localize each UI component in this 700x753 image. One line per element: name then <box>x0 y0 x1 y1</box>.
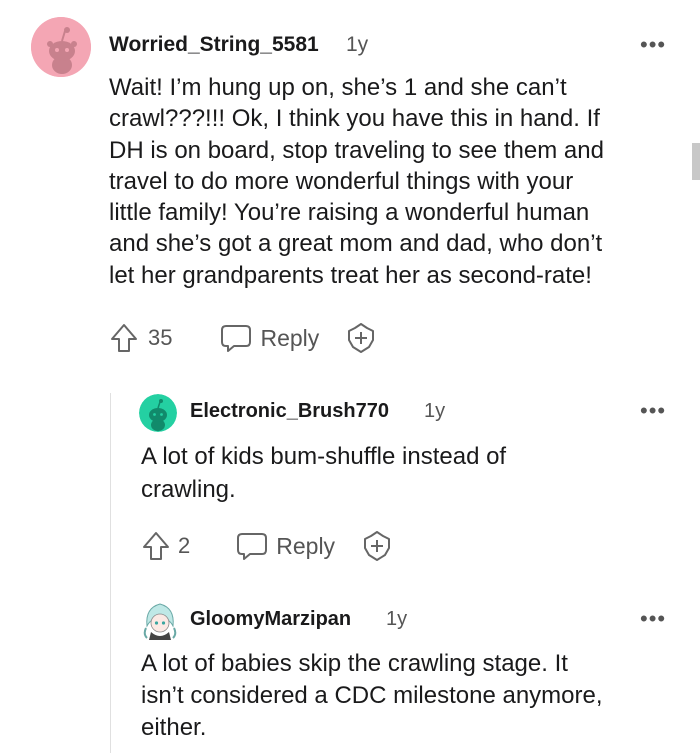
award-button[interactable] <box>345 322 377 354</box>
upvote-button[interactable]: 35 <box>110 323 172 353</box>
award-button[interactable] <box>361 530 393 562</box>
anime-character-avatar-icon <box>139 598 181 640</box>
speech-bubble-icon <box>237 533 268 560</box>
more-dots-icon: ••• <box>640 606 667 631</box>
comment-actions: 2 Reply <box>142 530 393 562</box>
avatar[interactable] <box>139 394 177 432</box>
upvote-arrow-icon <box>143 532 169 560</box>
upvote-arrow-icon <box>111 324 137 352</box>
comment-age: 1y <box>424 400 446 422</box>
username[interactable]: GloomyMarzipan <box>190 608 351 631</box>
scrollbar[interactable] <box>692 143 700 180</box>
comment-reply: Electronic_Brush770 1y ••• A lot of kids… <box>0 380 700 580</box>
upvote-count: 35 <box>148 325 173 350</box>
avatar[interactable] <box>31 17 91 77</box>
comment-reply: GloomyMarzipan 1y ••• A lot of babies sk… <box>0 588 700 753</box>
speech-bubble-icon <box>221 325 252 352</box>
comment-body: Wait! I’m hung up on, she’s 1 and she ca… <box>109 74 604 289</box>
upvote-count: 2 <box>178 533 191 558</box>
reply-label: Reply <box>276 532 336 559</box>
reply-label: Reply <box>260 324 320 351</box>
comment-body: A lot of kids bum-shuffle instead of cra… <box>141 443 507 503</box>
more-options-button[interactable]: ••• <box>640 608 666 630</box>
comment-actions: 35 Reply <box>110 322 377 354</box>
snoo-avatar-icon <box>31 17 91 77</box>
plus-circle-icon <box>348 323 375 353</box>
snoo-avatar-icon <box>139 394 177 432</box>
comment-age: 1y <box>386 608 408 630</box>
avatar[interactable] <box>139 598 181 640</box>
reply-button[interactable]: Reply <box>236 531 335 561</box>
username[interactable]: Worried_String_5581 <box>109 33 319 57</box>
comment-thread: { "comments": [ { "username": "Worried_S… <box>0 0 700 753</box>
username[interactable]: Electronic_Brush770 <box>190 400 389 423</box>
comment: Worried_String_5581 1y ••• Wait! I’m hun… <box>0 0 700 380</box>
more-dots-icon: ••• <box>640 398 667 423</box>
upvote-button[interactable]: 2 <box>142 531 190 561</box>
reply-button[interactable]: Reply <box>220 323 319 353</box>
comment-age: 1y <box>346 33 369 56</box>
plus-circle-icon <box>364 531 391 561</box>
more-options-button[interactable]: ••• <box>640 400 666 422</box>
more-dots-icon: ••• <box>640 32 667 57</box>
comment-body: A lot of babies skip the crawling stage.… <box>141 650 603 741</box>
more-options-button[interactable]: ••• <box>640 34 666 56</box>
